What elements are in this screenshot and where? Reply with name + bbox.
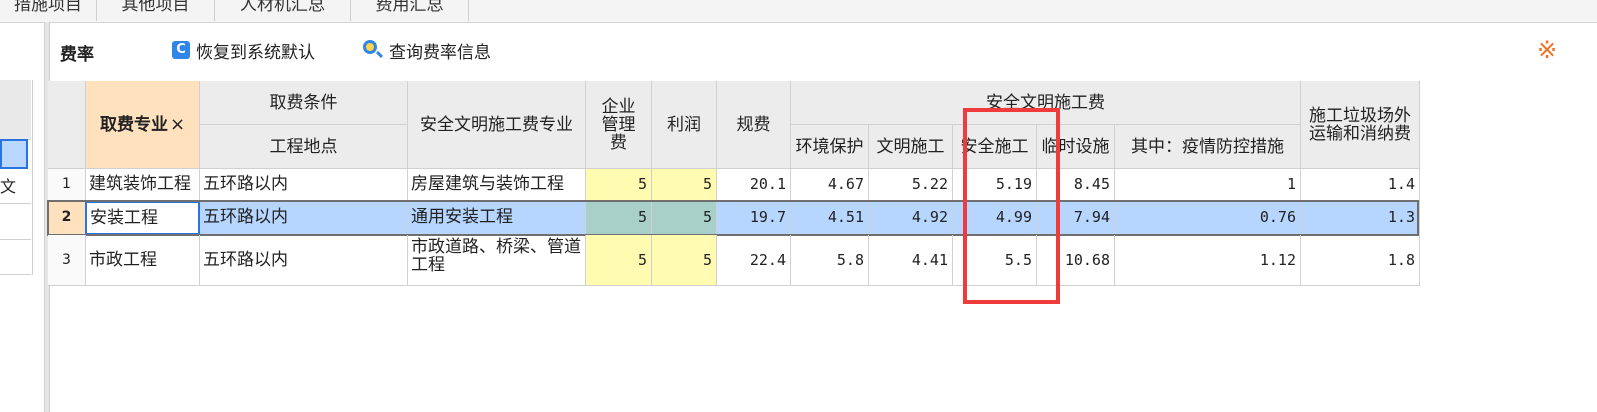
cell-civil[interactable]: 5.22 xyxy=(869,169,953,202)
cell-epidemic[interactable]: 0.76 xyxy=(1115,202,1301,235)
left-tree-pane: 文 xyxy=(0,80,33,275)
cell-location[interactable]: 五环路以内 xyxy=(200,169,408,202)
active-cell-text: 安装工程 xyxy=(90,208,158,228)
cell-env[interactable]: 4.67 xyxy=(791,169,869,202)
highlight-annotation-box xyxy=(963,108,1060,304)
reference-mark-icon[interactable]: ※ xyxy=(1537,36,1557,64)
cell-profit[interactable]: 5 xyxy=(652,202,717,235)
search-icon xyxy=(363,40,384,60)
cell-profit[interactable]: 5 xyxy=(652,235,717,286)
restore-default-label: 恢复到系统默认 xyxy=(196,42,315,63)
left-pane-item-text: 文 xyxy=(0,177,17,196)
query-rate-button[interactable]: 查询费率信息 xyxy=(363,38,491,63)
specialty-header-label: 取费专业 xyxy=(99,114,168,135)
corner-header xyxy=(48,81,86,169)
left-pane-header xyxy=(0,80,31,140)
column-header-waste: 施工垃圾场外运输和消纳费 xyxy=(1301,81,1420,169)
active-cell-editor[interactable]: 安装工程 xyxy=(85,201,200,235)
column-header-profit: 利润 xyxy=(652,81,717,169)
cell-regulation-fee[interactable]: 20.1 xyxy=(717,169,791,202)
query-rate-label: 查询费率信息 xyxy=(389,42,491,63)
panel-title: 费率 xyxy=(60,45,94,65)
tab-labor-material-summary[interactable]: 人材机汇总 xyxy=(215,0,351,21)
restore-icon: C xyxy=(172,41,190,59)
cell-specialty[interactable]: 市政工程 xyxy=(86,235,200,286)
cell-specialty[interactable]: 建筑装饰工程 xyxy=(86,169,200,202)
left-pane-selected-item[interactable] xyxy=(0,139,28,169)
cell-waste[interactable]: 1.4 xyxy=(1301,169,1420,202)
cell-epidemic[interactable]: 1 xyxy=(1115,169,1301,202)
cell-env[interactable]: 4.51 xyxy=(791,202,869,235)
cell-profit[interactable]: 5 xyxy=(652,169,717,202)
cell-mgmt-fee[interactable]: 5 xyxy=(586,202,652,235)
tab-measures[interactable]: 措施项目 xyxy=(0,0,97,21)
column-header-epidemic: 其中：疫情防控措施 xyxy=(1115,125,1301,169)
column-header-location: 工程地点 xyxy=(200,125,408,169)
left-pane-item[interactable]: 文 xyxy=(0,172,31,204)
cell-safety-specialty[interactable]: 通用安装工程 xyxy=(408,202,586,235)
cell-mgmt-fee[interactable]: 5 xyxy=(586,169,652,202)
row-number: 1 xyxy=(48,169,86,202)
tab-cost-summary[interactable]: 费用汇总 xyxy=(351,0,469,21)
cell-location[interactable]: 五环路以内 xyxy=(200,235,408,286)
cell-mgmt-fee[interactable]: 5 xyxy=(586,235,652,286)
cell-safety-specialty[interactable]: 市政道路、桥梁、管道工程 xyxy=(408,235,586,286)
column-header-regulation-fee: 规费 xyxy=(717,81,791,169)
tab-bar: 措施项目 其他项目 人材机汇总 费用汇总 xyxy=(0,0,1597,23)
row-number: 3 xyxy=(48,235,86,286)
column-header-specialty[interactable]: 取费专业 × xyxy=(86,81,200,169)
column-header-mgmt-fee: 企业管理费 xyxy=(586,81,652,169)
cell-epidemic[interactable]: 1.12 xyxy=(1115,235,1301,286)
cell-regulation-fee[interactable]: 22.4 xyxy=(717,235,791,286)
cell-env[interactable]: 5.8 xyxy=(791,235,869,286)
column-header-safety-specialty: 安全文明施工费专业 xyxy=(408,81,586,169)
row-number: 2 xyxy=(48,202,86,235)
cell-location[interactable]: 五环路以内 xyxy=(200,202,408,235)
left-pane-item[interactable] xyxy=(0,240,31,275)
cell-waste[interactable]: 1.3 xyxy=(1301,202,1420,235)
cell-civil[interactable]: 4.41 xyxy=(869,235,953,286)
column-header-condition: 取费条件 xyxy=(200,81,408,125)
cell-safety-specialty[interactable]: 房屋建筑与装饰工程 xyxy=(408,169,586,202)
cell-civil[interactable]: 4.92 xyxy=(869,202,953,235)
cell-waste[interactable]: 1.8 xyxy=(1301,235,1420,286)
tab-other-items[interactable]: 其他项目 xyxy=(97,0,215,21)
column-header-env: 环境保护 xyxy=(791,125,869,169)
left-pane-item[interactable] xyxy=(0,204,31,240)
cell-regulation-fee[interactable]: 19.7 xyxy=(717,202,791,235)
close-icon[interactable]: × xyxy=(170,115,185,134)
restore-default-button[interactable]: C 恢复到系统默认 xyxy=(172,38,315,63)
column-header-civil: 文明施工 xyxy=(869,125,953,169)
